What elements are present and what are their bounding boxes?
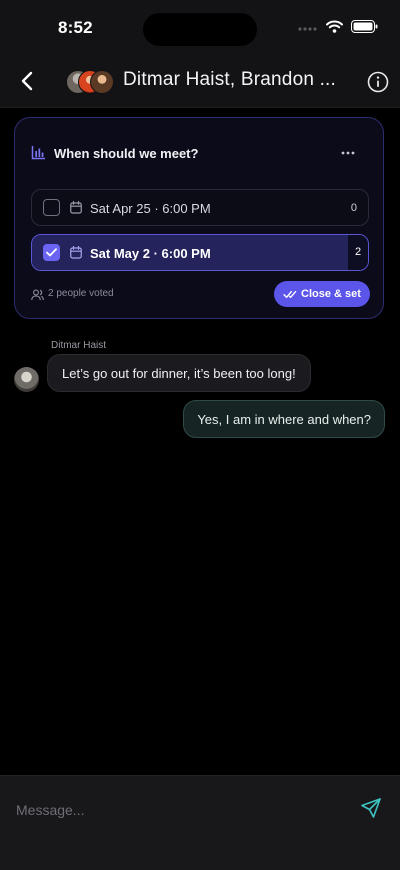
check-icon [46, 248, 57, 257]
message-composer [0, 775, 400, 870]
chevron-left-icon [21, 71, 33, 91]
close-and-set-label: Close & set [301, 288, 361, 300]
option-vote-count: 2 [348, 235, 368, 270]
close-and-set-button[interactable]: Close & set [274, 281, 370, 307]
double-check-icon [283, 290, 297, 298]
poll-question: When should we meet? [54, 146, 199, 161]
option-label: Sat Apr 25 · 6:00 PM [90, 201, 211, 216]
chat-title[interactable]: Ditmar Haist, Brandon ... [123, 69, 336, 91]
back-button[interactable] [14, 68, 40, 94]
message-text: Let’s go out for dinner, it’s been too l… [62, 365, 296, 381]
calendar-icon [70, 201, 82, 219]
calendar-icon [70, 246, 82, 264]
send-button[interactable] [360, 797, 382, 819]
poll-option-selected[interactable]: Sat May 2 · 6:00 PM 2 [31, 234, 369, 271]
message-text: Yes, I am in where and when? [197, 411, 371, 427]
dynamic-island [143, 13, 257, 46]
option-checkbox[interactable] [43, 199, 60, 216]
send-icon [361, 798, 381, 818]
outgoing-message-bubble[interactable]: Yes, I am in where and when? [183, 400, 385, 438]
people-icon [31, 288, 44, 306]
status-bar: 8:52 [0, 0, 400, 58]
info-button[interactable] [366, 70, 390, 94]
message-input[interactable] [14, 798, 348, 822]
incoming-message-bubble[interactable]: Let’s go out for dinner, it’s been too l… [47, 354, 311, 392]
option-vote-count: 0 [350, 202, 357, 214]
chat-header: Ditmar Haist, Brandon ... [0, 58, 400, 108]
option-label: Sat May 2 · 6:00 PM [90, 246, 211, 261]
info-icon [367, 71, 389, 93]
status-icons [298, 20, 378, 38]
group-avatars[interactable] [66, 70, 114, 94]
sender-avatar[interactable] [14, 367, 39, 392]
votes-summary: 2 people voted [48, 288, 114, 299]
message-sender-name: Ditmar Haist [51, 340, 107, 351]
poll-card: When should we meet? Sat Apr 25 · 6:00 P… [14, 117, 384, 319]
signal-icon [298, 20, 318, 38]
avatar [90, 70, 114, 94]
more-options-icon[interactable] [341, 146, 355, 165]
option-checkbox-checked[interactable] [43, 244, 60, 261]
bar-chart-icon [31, 145, 46, 165]
battery-icon [351, 20, 378, 38]
poll-option[interactable]: Sat Apr 25 · 6:00 PM 0 [31, 189, 369, 226]
status-time: 8:52 [58, 18, 93, 37]
wifi-icon [326, 20, 343, 38]
